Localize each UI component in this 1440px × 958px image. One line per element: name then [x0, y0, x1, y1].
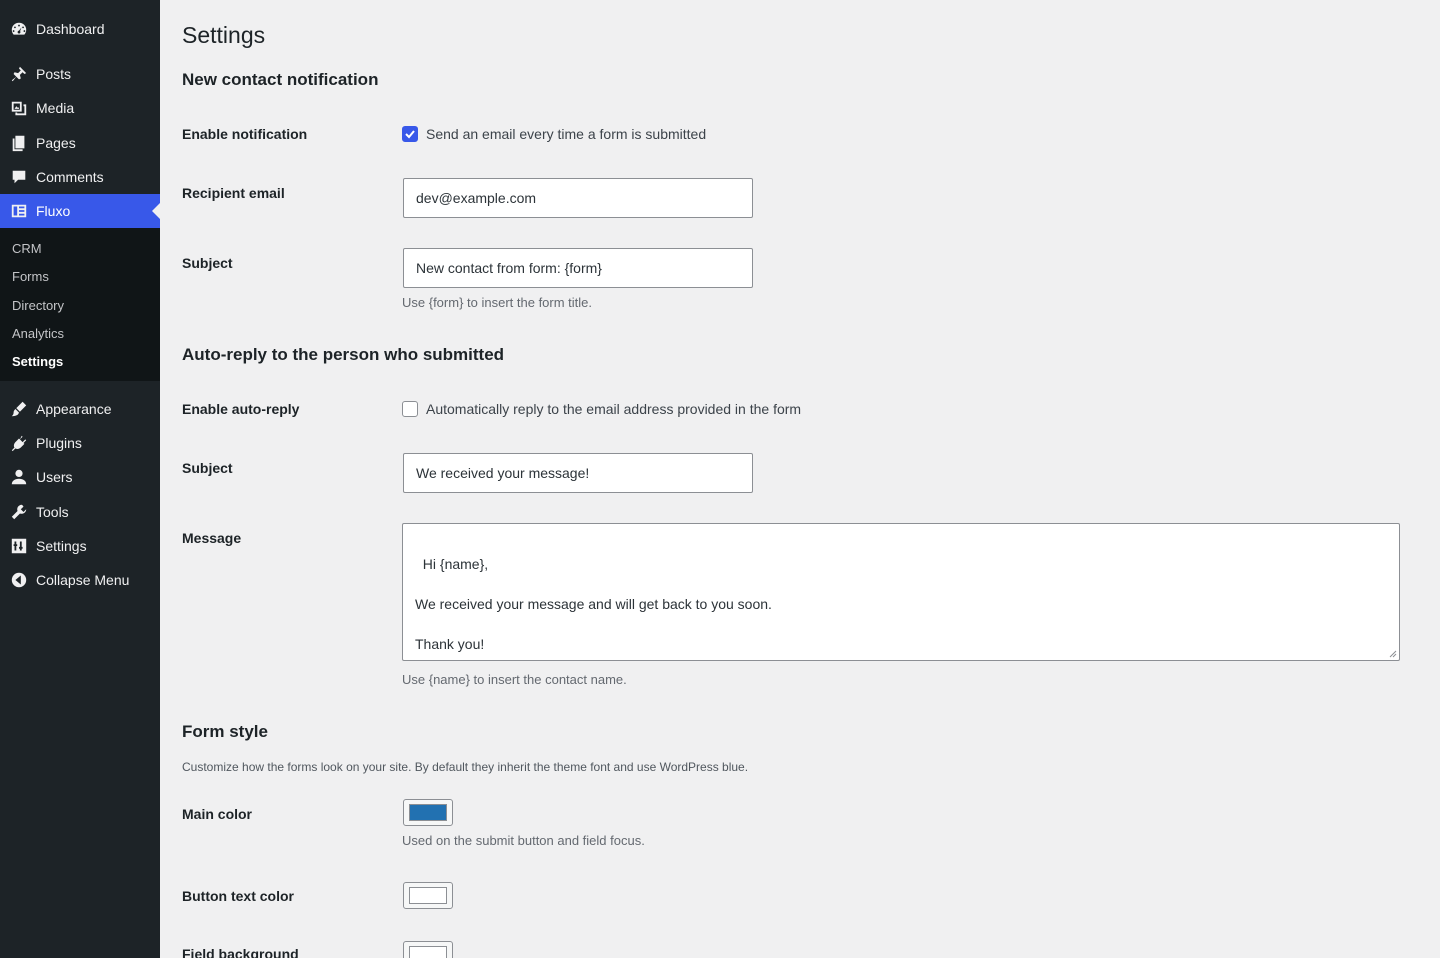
notification-subject-input[interactable]: New contact from form: {form} [403, 248, 753, 288]
submenu-analytics[interactable]: Analytics [12, 326, 64, 341]
menu-label: Comments [36, 169, 104, 185]
field-background-color-swatch [409, 946, 447, 958]
autoreply-message-textarea[interactable]: Hi {name}, We received your message and … [402, 523, 1400, 661]
menu-label: Pages [36, 135, 76, 151]
menu-label: Appearance [36, 401, 112, 417]
admin-sidebar: Dashboard Posts Media Pages Comments Flu… [0, 0, 160, 958]
pin-icon [0, 65, 36, 83]
page-title: Settings [182, 22, 266, 48]
checkmark-icon [405, 130, 415, 139]
enable-autoreply-row: Automatically reply to the email address… [402, 401, 801, 417]
main-color-help: Used on the submit button and field focu… [402, 833, 645, 848]
menu-label: Users [36, 469, 73, 485]
brush-icon [0, 400, 36, 418]
menu-label: Tools [36, 504, 69, 520]
menu-label: Fluxo [36, 203, 71, 219]
resize-handle-icon[interactable] [1389, 650, 1397, 658]
submenu-forms[interactable]: Forms [12, 269, 49, 284]
autoreply-message-help: Use {name} to insert the contact name. [402, 672, 627, 687]
label-field-background: Field background [182, 946, 299, 958]
field-background-color-picker[interactable] [403, 941, 453, 958]
section-heading-autoreply: Auto-reply to the person who submitted [182, 345, 505, 364]
menu-plugins[interactable]: Plugins [0, 426, 160, 460]
menu-media[interactable]: Media [0, 91, 160, 125]
dashboard-icon [0, 20, 36, 38]
notification-subject-help: Use {form} to insert the form title. [402, 295, 593, 310]
comment-icon [0, 168, 36, 186]
button-text-color-picker[interactable] [403, 882, 453, 909]
submenu-crm[interactable]: CRM [12, 241, 42, 256]
pages-icon [0, 134, 36, 152]
autoreply-subject-input[interactable]: We received your message! [403, 453, 753, 493]
enable-autoreply-checkbox[interactable] [402, 401, 418, 417]
label-button-text-color: Button text color [182, 888, 294, 904]
menu-label: Plugins [36, 435, 82, 451]
wrench-icon [0, 503, 36, 521]
label-autoreply-message: Message [182, 530, 242, 546]
section-heading-notification: New contact notification [182, 70, 379, 89]
label-autoreply-subject: Subject [182, 460, 233, 476]
enable-notification-text[interactable]: Send an email every time a form is submi… [426, 126, 706, 142]
fluxo-icon [0, 202, 36, 220]
main-color-swatch [409, 804, 447, 821]
menu-collapse[interactable]: Collapse Menu [0, 563, 160, 597]
menu-pages[interactable]: Pages [0, 126, 160, 160]
menu-appearance[interactable]: Appearance [0, 392, 160, 426]
enable-notification-checkbox[interactable] [402, 126, 418, 142]
menu-posts[interactable]: Posts [0, 57, 160, 91]
menu-users[interactable]: Users [0, 460, 160, 494]
label-recipient-email: Recipient email [182, 185, 285, 201]
fluxo-submenu: CRM Forms Directory Analytics Settings [0, 228, 160, 381]
media-icon [0, 99, 36, 117]
enable-autoreply-text[interactable]: Automatically reply to the email address… [426, 401, 801, 417]
menu-comments[interactable]: Comments [0, 160, 160, 194]
button-text-color-swatch [409, 887, 447, 904]
submenu-directory[interactable]: Directory [12, 298, 64, 313]
label-notification-subject: Subject [182, 255, 233, 271]
label-enable-notification: Enable notification [182, 126, 308, 142]
main-color-picker[interactable] [403, 799, 453, 826]
label-main-color: Main color [182, 806, 253, 822]
menu-tools[interactable]: Tools [0, 495, 160, 529]
plugin-icon [0, 434, 36, 452]
menu-label: Settings [36, 538, 87, 554]
label-enable-autoreply: Enable auto-reply [182, 401, 300, 417]
enable-notification-row: Send an email every time a form is submi… [402, 126, 706, 142]
menu-fluxo[interactable]: Fluxo [0, 194, 160, 228]
menu-label: Dashboard [36, 21, 105, 37]
menu-dashboard[interactable]: Dashboard [0, 12, 160, 46]
section-heading-form-style: Form style [182, 722, 268, 741]
settings-icon [0, 537, 36, 555]
collapse-icon [0, 571, 36, 589]
menu-label: Media [36, 100, 75, 116]
menu-label: Posts [36, 66, 72, 82]
recipient-email-input[interactable]: dev@example.com [403, 178, 753, 218]
form-style-intro: Customize how the forms look on your sit… [182, 760, 749, 774]
menu-label: Collapse Menu [36, 572, 130, 588]
user-icon [0, 468, 36, 486]
submenu-settings[interactable]: Settings [12, 354, 63, 369]
autoreply-message-text: Hi {name}, We received your message and … [415, 556, 772, 652]
menu-settings[interactable]: Settings [0, 529, 160, 563]
